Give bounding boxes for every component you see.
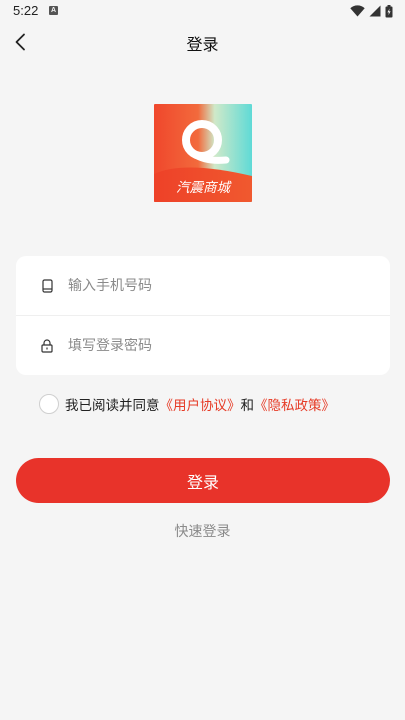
agreement-and: 和	[240, 398, 255, 414]
status-icons	[350, 4, 393, 18]
status-bar: 5:22 A	[0, 0, 405, 24]
app-logo: 汽震商城	[154, 104, 252, 202]
wifi-icon	[350, 5, 365, 17]
status-time: 5:22	[13, 3, 39, 18]
lock-icon	[40, 338, 54, 354]
phone-icon	[40, 278, 54, 294]
signal-icon	[369, 5, 381, 17]
login-button[interactable]: 登录	[16, 458, 390, 503]
battery-icon	[385, 4, 393, 17]
phone-input[interactable]	[68, 277, 348, 294]
login-form	[16, 256, 390, 375]
page-title: 登录	[186, 35, 219, 54]
logo-text: 汽震商城	[176, 180, 232, 196]
password-row	[16, 316, 390, 375]
agreement-checkbox[interactable]	[39, 394, 59, 414]
a-notification-icon: A	[49, 6, 58, 15]
nav-bar: 登录	[0, 24, 405, 60]
user-agreement-link[interactable]: 《用户协议》	[160, 394, 241, 414]
privacy-policy-link[interactable]: 《隐私政策》	[254, 394, 335, 414]
login-screen: 5:22 A 登录 汽震商城 输入手机号码 我已阅读并同意 《用户协议》 和 《…	[0, 0, 405, 720]
password-input[interactable]	[68, 337, 348, 354]
quick-login-link[interactable]: 快速登录	[0, 521, 405, 541]
agreement-prefix: 我已阅读并同意	[65, 398, 160, 414]
agreement-row: 我已阅读并同意 《用户协议》 和 《隐私政策》	[39, 393, 335, 415]
phone-row	[16, 256, 390, 316]
